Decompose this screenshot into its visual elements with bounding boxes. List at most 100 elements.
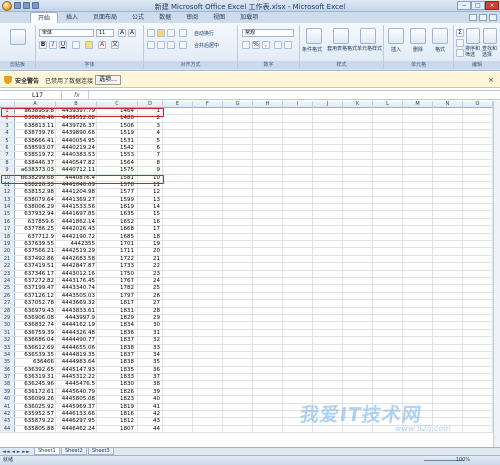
- cell-b[interactable]: 4444326.48: [56, 329, 97, 337]
- row-header[interactable]: 6: [0, 144, 15, 152]
- row-header[interactable]: 22: [0, 263, 15, 270]
- cell-a[interactable]: 638666.41: [15, 137, 56, 144]
- cell-empty[interactable]: [163, 396, 193, 403]
- cell-d[interactable]: 4: [138, 130, 163, 137]
- maximize-button[interactable]: □: [471, 1, 485, 10]
- cell-empty[interactable]: [163, 277, 193, 285]
- cell-empty[interactable]: [403, 351, 433, 359]
- delete-cells-icon[interactable]: [410, 28, 426, 44]
- cell-empty[interactable]: [343, 374, 373, 381]
- cell-empty[interactable]: [283, 226, 313, 233]
- cell-empty[interactable]: [433, 211, 463, 218]
- cell-empty[interactable]: [193, 418, 223, 425]
- cell-empty[interactable]: [193, 263, 223, 270]
- cell-empty[interactable]: [283, 144, 313, 152]
- cell-empty[interactable]: [223, 396, 253, 403]
- cell-empty[interactable]: [373, 366, 403, 374]
- cell-empty[interactable]: [433, 218, 463, 226]
- cell-empty[interactable]: [373, 351, 403, 359]
- cell-b[interactable]: 4441040.69: [56, 181, 97, 189]
- cell-a[interactable]: 637932.94: [15, 211, 56, 218]
- cell-empty[interactable]: [373, 307, 403, 314]
- row-header[interactable]: 30: [0, 322, 15, 329]
- cell-empty[interactable]: [253, 241, 283, 248]
- cell-empty[interactable]: [463, 314, 493, 322]
- cell-empty[interactable]: [253, 181, 283, 189]
- cell-empty[interactable]: [403, 226, 433, 233]
- cell-a[interactable]: 637199.47: [15, 285, 56, 292]
- cell-empty[interactable]: [193, 322, 223, 329]
- cell-a[interactable]: 636612.69: [15, 344, 56, 351]
- cell-empty[interactable]: [163, 263, 193, 270]
- cell-empty[interactable]: [283, 174, 313, 181]
- row-header[interactable]: 41: [0, 403, 15, 411]
- cell-d[interactable]: 14: [138, 204, 163, 211]
- cell-c[interactable]: 1464: [97, 108, 138, 115]
- cell-empty[interactable]: [283, 189, 313, 196]
- cell-empty[interactable]: [313, 374, 343, 381]
- cell-d[interactable]: 6: [138, 144, 163, 152]
- cell-empty[interactable]: [193, 174, 223, 181]
- cell-a[interactable]: 636979.43: [15, 307, 56, 314]
- cell-empty[interactable]: [253, 122, 283, 130]
- cell-empty[interactable]: [193, 167, 223, 174]
- cell-empty[interactable]: [193, 411, 223, 418]
- cell-empty[interactable]: [313, 122, 343, 130]
- cell-a[interactable]: a638373.03: [15, 167, 56, 174]
- cell-empty[interactable]: [253, 381, 283, 388]
- cell-empty[interactable]: [253, 411, 283, 418]
- cell-empty[interactable]: [373, 122, 403, 130]
- cell-empty[interactable]: [193, 196, 223, 204]
- cell-empty[interactable]: [463, 211, 493, 218]
- cell-empty[interactable]: [193, 233, 223, 241]
- cell-empty[interactable]: [163, 322, 193, 329]
- cell-empty[interactable]: [253, 300, 283, 307]
- cell-empty[interactable]: [223, 115, 253, 122]
- cell-empty[interactable]: [283, 233, 313, 241]
- fx-icon[interactable]: fx: [74, 92, 80, 99]
- cell-empty[interactable]: [343, 159, 373, 167]
- cell-empty[interactable]: [463, 137, 493, 144]
- cell-b[interactable]: 4443833.61: [56, 307, 97, 314]
- cell-empty[interactable]: [313, 204, 343, 211]
- cell-d[interactable]: 34: [138, 351, 163, 359]
- cell-c[interactable]: 1782: [97, 285, 138, 292]
- cell-empty[interactable]: [433, 403, 463, 411]
- cell-empty[interactable]: [433, 204, 463, 211]
- cell-empty[interactable]: [283, 300, 313, 307]
- cell-empty[interactable]: [163, 181, 193, 189]
- minimize-button[interactable]: −: [457, 1, 471, 10]
- cell-empty[interactable]: [283, 218, 313, 226]
- cell-empty[interactable]: [463, 152, 493, 159]
- cell-empty[interactable]: [373, 196, 403, 204]
- row-header[interactable]: 25: [0, 285, 15, 292]
- cell-empty[interactable]: [223, 411, 253, 418]
- cell-empty[interactable]: [343, 307, 373, 314]
- cell-empty[interactable]: [403, 241, 433, 248]
- sheet-tab-3[interactable]: Sheet3: [88, 448, 114, 455]
- cell-b[interactable]: 4442847.87: [56, 263, 97, 270]
- cell-empty[interactable]: [463, 344, 493, 351]
- cell-empty[interactable]: [343, 211, 373, 218]
- cell-a[interactable]: 637492.86: [15, 255, 56, 263]
- cell-empty[interactable]: [253, 329, 283, 337]
- cell-empty[interactable]: [223, 130, 253, 137]
- cell-empty[interactable]: [223, 425, 253, 433]
- cell-d[interactable]: 5: [138, 137, 163, 144]
- row-header[interactable]: 3: [0, 122, 15, 130]
- cell-empty[interactable]: [253, 277, 283, 285]
- cell-empty[interactable]: [163, 285, 193, 292]
- cell-empty[interactable]: [313, 307, 343, 314]
- cell-b[interactable]: 4445969.37: [56, 403, 97, 411]
- row-header[interactable]: 37: [0, 374, 15, 381]
- cell-empty[interactable]: [313, 196, 343, 204]
- cell-empty[interactable]: [223, 292, 253, 300]
- cell-d[interactable]: 39: [138, 388, 163, 396]
- find-select-button[interactable]: 查找和选择: [482, 46, 498, 58]
- cell-empty[interactable]: [373, 300, 403, 307]
- cell-empty[interactable]: [253, 233, 283, 241]
- cell-d[interactable]: 1: [138, 108, 163, 115]
- close-icon[interactable]: ×: [488, 76, 494, 84]
- cell-empty[interactable]: [253, 285, 283, 292]
- cell-empty[interactable]: [403, 359, 433, 366]
